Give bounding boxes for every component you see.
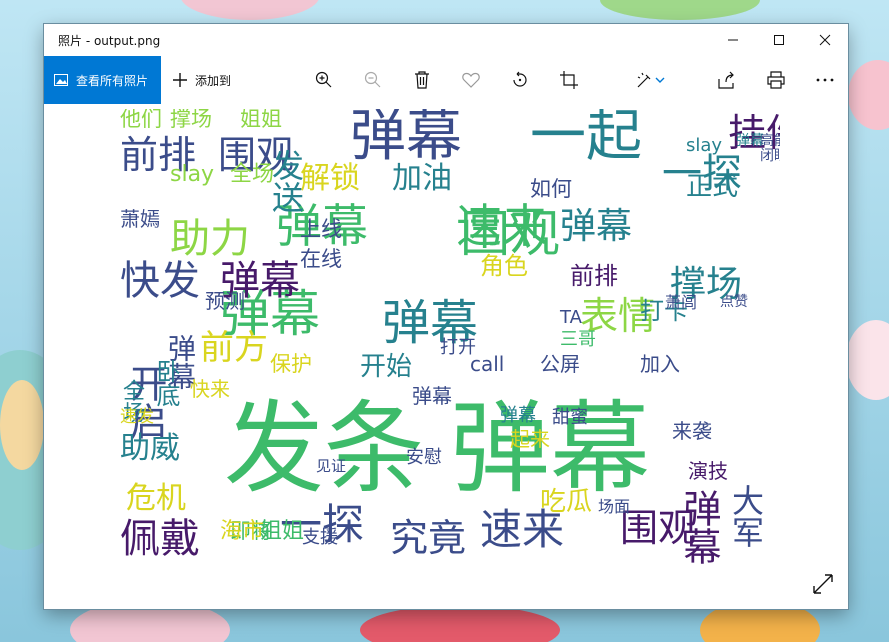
cloud-word: 甜蜜	[552, 407, 588, 428]
cloud-word: 高能	[760, 133, 780, 149]
cloud-word: TA	[560, 307, 582, 328]
delete-button[interactable]	[405, 56, 439, 104]
zoom-out-icon	[364, 71, 381, 88]
cloud-word: 三哥	[560, 329, 596, 350]
window-controls	[710, 24, 848, 56]
plus-icon	[173, 73, 187, 87]
cloud-word: 卧底	[152, 359, 180, 407]
cloud-word: 弹幕	[500, 405, 536, 426]
zoom-in-icon	[315, 71, 332, 88]
cloud-word: 快来	[190, 377, 230, 401]
cloud-word: 助威	[120, 431, 180, 466]
cloud-word: 加入	[640, 352, 680, 376]
cloud-word: 佩戴	[120, 516, 200, 562]
cloud-word: 来袭	[672, 419, 712, 443]
minimize-button[interactable]	[710, 24, 756, 56]
zoom-in-button[interactable]	[307, 56, 341, 104]
cloud-word: 预测	[205, 289, 245, 313]
cloud-word: 大军	[727, 484, 765, 548]
view-all-photos-button[interactable]: 查看所有照片	[44, 56, 161, 104]
cloud-word: 危机	[126, 481, 186, 516]
favorite-icon	[462, 72, 480, 88]
cloud-word: 前方	[200, 328, 268, 368]
cloud-word: 究竟	[390, 516, 467, 560]
image-canvas[interactable]: 发条弹幕弹幕速来弹幕一起弹幕围观前排围观挂件弹幕一探助力快发弹幕撑场弹幕表情开启…	[44, 104, 848, 609]
cloud-word: 弹幕	[412, 384, 452, 408]
maximize-button[interactable]	[756, 24, 802, 56]
cloud-word: 场面	[598, 497, 631, 516]
cloud-word: 正式	[686, 172, 739, 202]
cloud-word: 在线	[300, 247, 342, 271]
cloud-word: 一起	[530, 109, 642, 169]
zoom-out-button[interactable]	[356, 56, 390, 104]
close-icon	[819, 34, 831, 46]
cloud-word: 支援	[302, 527, 338, 548]
cloud-word: 点赞	[720, 294, 748, 310]
cloud-word: 保护	[270, 352, 312, 376]
cloud-word: 吃瓜	[540, 487, 593, 517]
cloud-word: 开始	[360, 352, 413, 382]
cloud-word: 弹幕	[677, 489, 721, 565]
cloud-word: 快发	[120, 258, 200, 304]
cloud-word: 海市	[220, 519, 265, 544]
favorite-button[interactable]	[454, 56, 488, 104]
minimize-icon	[728, 39, 738, 41]
expand-icon	[813, 574, 833, 594]
cloud-word: 撑场	[170, 109, 212, 131]
photo-gallery-icon	[54, 74, 68, 86]
more-icon	[816, 78, 834, 82]
cloud-word: 萧嫣	[120, 207, 160, 231]
delete-icon	[415, 71, 429, 89]
cloud-word: slay	[170, 162, 215, 187]
window-title: 照片 - output.png	[58, 33, 161, 48]
photos-app-window: 照片 - output.png 查看所有照片 添加到 发条 弹幕 弹幕 速来 弹…	[44, 24, 848, 609]
cloud-word: 角色	[480, 252, 528, 280]
crop-icon	[560, 71, 578, 89]
cloud-word: 见证	[316, 457, 347, 475]
cloud-word: 助力	[170, 216, 250, 262]
cloud-word: 公屏	[540, 352, 580, 376]
cloud-word: 姐姐	[240, 109, 282, 131]
crop-button[interactable]	[552, 56, 586, 104]
cloud-word: 速发	[120, 407, 154, 427]
cloud-word: 上线	[300, 217, 342, 241]
rotate-button[interactable]	[503, 56, 537, 104]
fullscreen-button[interactable]	[812, 573, 834, 595]
close-button[interactable]	[802, 24, 848, 56]
cloud-word: 弹幕	[450, 390, 650, 507]
add-to-button[interactable]: 添加到	[173, 72, 231, 89]
cloud-word: 解锁	[300, 161, 360, 196]
cloud-word: 弹幕	[560, 206, 633, 247]
cloud-word: 加油	[392, 161, 452, 196]
cloud-word: 演技	[688, 459, 728, 483]
cloud-word: 如何	[530, 177, 572, 201]
cloud-word: 弹幕	[350, 109, 462, 169]
view-all-photos-label: 查看所有照片	[76, 73, 149, 88]
print-button[interactable]	[759, 56, 793, 104]
share-button[interactable]	[710, 56, 744, 104]
cloud-word: 闭眼	[760, 148, 780, 164]
edit-icon	[637, 72, 665, 88]
cloud-word: slay	[686, 135, 723, 156]
cloud-word: 发送	[267, 149, 305, 213]
share-icon	[718, 71, 734, 89]
cloud-word: 前排	[570, 262, 618, 290]
cloud-word: 萧闾	[665, 293, 698, 312]
word-cloud-image: 发条弹幕弹幕速来弹幕一起弹幕围观前排围观挂件弹幕一探助力快发弹幕撑场弹幕表情开启…	[120, 109, 780, 589]
cloud-word: 打开	[440, 337, 476, 358]
cloud-word: 姐姐	[260, 519, 305, 544]
add-to-label: 添加到	[195, 73, 232, 88]
edit-create-button[interactable]	[628, 56, 676, 104]
cloud-word: 发条	[224, 390, 424, 507]
cloud-word: 安慰	[406, 447, 442, 468]
print-icon	[767, 71, 785, 89]
more-options-button[interactable]	[808, 56, 842, 104]
cloud-word: 起来	[510, 427, 550, 451]
title-bar[interactable]: 照片 - output.png	[44, 24, 848, 56]
rotate-icon	[513, 71, 527, 87]
maximize-icon	[774, 35, 784, 45]
cloud-word: 他们	[120, 109, 162, 131]
